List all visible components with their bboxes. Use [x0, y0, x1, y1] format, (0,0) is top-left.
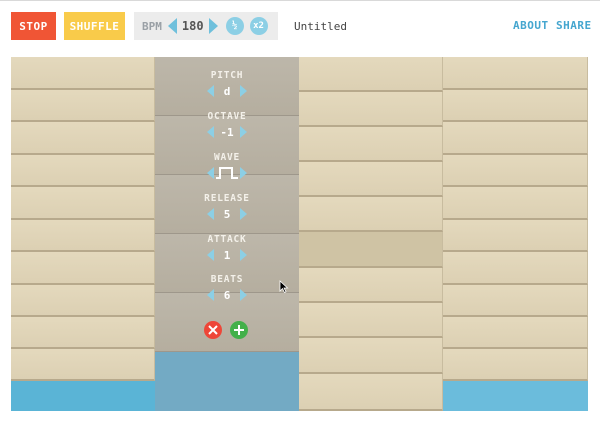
plank[interactable] [299, 92, 443, 127]
plank[interactable] [11, 285, 155, 317]
delete-track-button[interactable] [204, 321, 222, 339]
release-value: 5 [223, 207, 231, 221]
track-column-3[interactable] [299, 57, 443, 411]
plank[interactable] [299, 303, 443, 338]
release-decrease-icon[interactable] [207, 208, 214, 220]
highlighted-plank[interactable] [299, 232, 443, 268]
plank[interactable] [11, 155, 155, 187]
octave-label: OCTAVE [207, 111, 247, 122]
plank[interactable] [11, 187, 155, 220]
sequencer-board: PITCH d OCTAVE -1 WAVE RELEASE 5 ATTACK … [11, 57, 588, 411]
wave-decrease-icon[interactable] [207, 167, 214, 179]
plank[interactable] [11, 90, 155, 122]
plank[interactable] [443, 122, 588, 155]
attack-decrease-icon[interactable] [207, 249, 214, 261]
plank[interactable] [443, 285, 588, 317]
pitch-value: d [223, 84, 231, 98]
add-track-button[interactable] [230, 321, 248, 339]
plank[interactable] [11, 349, 155, 381]
beats-value: 6 [223, 288, 231, 302]
water-level [11, 381, 155, 411]
release-label: RELEASE [204, 193, 250, 204]
wave-control: WAVE [155, 152, 299, 181]
pitch-decrease-icon[interactable] [207, 85, 214, 97]
plank[interactable] [11, 122, 155, 155]
attack-value: 1 [223, 248, 231, 262]
pitch-increase-icon[interactable] [240, 85, 247, 97]
plank[interactable] [11, 57, 155, 90]
plank[interactable] [299, 127, 443, 162]
water-level [155, 352, 299, 411]
song-title[interactable]: Untitled [294, 20, 347, 33]
plank[interactable] [11, 252, 155, 285]
square-wave-icon [214, 166, 240, 180]
plank[interactable] [299, 162, 443, 197]
wave-increase-icon[interactable] [240, 167, 247, 179]
plank[interactable] [11, 220, 155, 252]
plank[interactable] [11, 317, 155, 349]
bpm-double-button[interactable]: x2 [249, 17, 268, 35]
plank[interactable] [443, 317, 588, 349]
bpm-label: BPM [142, 19, 162, 33]
beats-increase-icon[interactable] [240, 289, 247, 301]
plank[interactable] [299, 374, 443, 411]
pitch-label: PITCH [210, 70, 244, 81]
plank[interactable] [443, 155, 588, 187]
attack-control: ATTACK 1 [155, 234, 299, 263]
plank[interactable] [443, 349, 588, 381]
wave-label: WAVE [213, 152, 241, 163]
beats-control: BEATS 6 [155, 274, 299, 303]
top-divider [0, 0, 600, 1]
pitch-control: PITCH d [155, 70, 299, 99]
plank[interactable] [299, 268, 443, 303]
mouse-cursor-icon [279, 280, 289, 294]
plank[interactable] [443, 220, 588, 252]
plank[interactable] [443, 187, 588, 220]
track-column-1[interactable] [11, 57, 155, 411]
about-link[interactable]: ABOUT [513, 19, 549, 32]
plank[interactable] [443, 90, 588, 122]
bpm-increase-icon[interactable] [208, 18, 218, 34]
release-increase-icon[interactable] [240, 208, 247, 220]
water-level [443, 381, 588, 411]
octave-decrease-icon[interactable] [207, 126, 214, 138]
close-icon [208, 325, 218, 335]
octave-control: OCTAVE -1 [155, 111, 299, 140]
shuffle-button[interactable]: SHUFFLE [64, 12, 125, 40]
attack-label: ATTACK [207, 234, 247, 245]
release-control: RELEASE 5 [155, 193, 299, 222]
stop-button[interactable]: STOP [11, 12, 56, 40]
share-link[interactable]: SHARE [556, 19, 592, 32]
plank[interactable] [299, 338, 443, 374]
attack-increase-icon[interactable] [240, 249, 247, 261]
octave-value: -1 [220, 125, 234, 139]
plank[interactable] [443, 252, 588, 285]
track-column-2-active[interactable]: PITCH d OCTAVE -1 WAVE RELEASE 5 ATTACK … [155, 57, 299, 411]
bpm-value: 180 [181, 19, 204, 33]
bpm-half-button[interactable]: ½ [225, 17, 244, 35]
plank[interactable] [443, 57, 588, 90]
track-column-4[interactable] [443, 57, 588, 411]
beats-label: BEATS [210, 274, 244, 285]
octave-increase-icon[interactable] [240, 126, 247, 138]
plank[interactable] [299, 197, 443, 232]
bpm-control: BPM 180 ½ x2 [134, 12, 278, 40]
plus-icon [234, 325, 244, 335]
beats-decrease-icon[interactable] [207, 289, 214, 301]
bpm-decrease-icon[interactable] [167, 18, 177, 34]
plank[interactable] [299, 57, 443, 92]
